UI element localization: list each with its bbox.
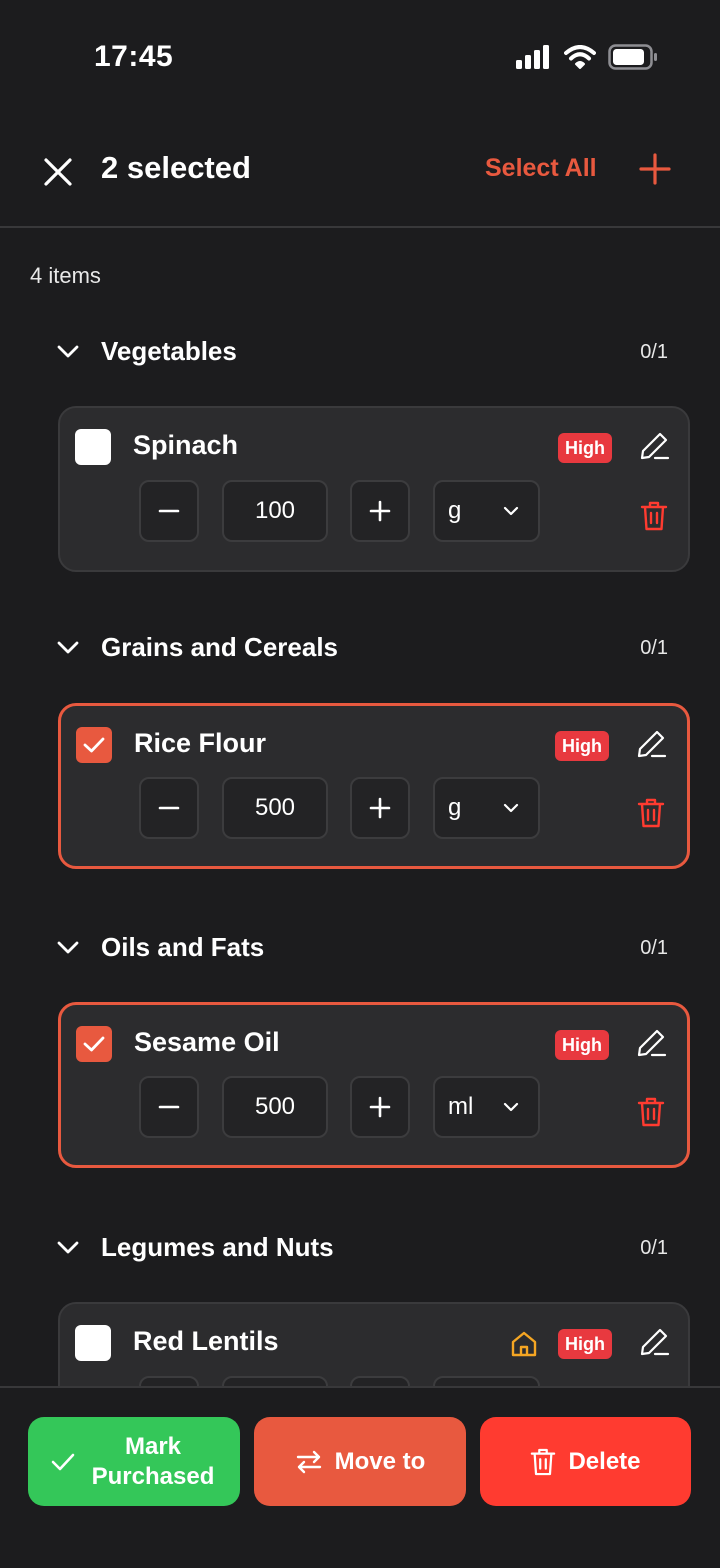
item-name: Rice Flour [134, 728, 267, 758]
plus-icon [369, 500, 391, 522]
chevron-down-icon [54, 634, 82, 662]
priority-badge: High [555, 731, 609, 761]
section-title: Oils and Fats [101, 932, 265, 962]
edit-item-button[interactable] [636, 1324, 672, 1360]
section-header-grains[interactable]: Grains and Cereals 0/1 [0, 626, 720, 670]
status-icons [516, 44, 658, 70]
checkmark-icon [51, 1453, 75, 1470]
item-checkbox[interactable] [75, 429, 111, 465]
unit-label: g [448, 794, 462, 821]
chevron-down-icon [54, 1234, 82, 1262]
quantity-input[interactable]: 500 [222, 1076, 328, 1138]
decrease-quantity-button[interactable] [139, 480, 199, 542]
priority-badge: High [555, 1030, 609, 1060]
edit-item-button[interactable] [633, 1025, 669, 1061]
delete-label: Delete [568, 1447, 641, 1475]
unit-select[interactable]: g [433, 480, 540, 542]
delete-item-button[interactable] [635, 1094, 667, 1130]
trash-icon [637, 798, 665, 828]
list-item-card-selected[interactable]: Rice Flour High 500 g [58, 703, 690, 869]
unit-label: g [448, 497, 462, 524]
section-header-vegetables[interactable]: Vegetables 0/1 [0, 330, 720, 374]
status-time: 17:45 [94, 40, 174, 73]
close-icon [44, 158, 72, 186]
close-selection-button[interactable] [36, 150, 80, 194]
minus-icon [158, 1105, 180, 1109]
unit-label: ml [448, 1093, 474, 1120]
unit-select[interactable]: ml [433, 1076, 540, 1138]
increase-quantity-button[interactable] [350, 480, 410, 542]
pencil-icon [640, 1328, 670, 1356]
swap-arrows-icon [296, 1450, 321, 1473]
section-header-legumes[interactable]: Legumes and Nuts 0/1 [0, 1226, 720, 1270]
trash-icon [637, 1097, 665, 1127]
chevron-down-icon [503, 1102, 519, 1112]
trash-icon [531, 1448, 556, 1475]
minus-icon [158, 806, 180, 810]
chevron-down-icon [503, 803, 519, 813]
select-all-button[interactable]: Select All [485, 154, 597, 183]
list-item-card-selected[interactable]: Sesame Oil High 500 ml [58, 1002, 690, 1168]
signal-icon [516, 45, 549, 69]
add-item-button[interactable] [632, 146, 678, 192]
chevron-down-icon [54, 338, 82, 366]
item-name: Red Lentils [133, 1326, 279, 1356]
page-title: 2 selected [101, 150, 251, 185]
item-checkbox-checked[interactable] [76, 1026, 112, 1062]
selection-header: 2 selected Select All [0, 120, 720, 228]
mark-purchased-line2: Purchased [91, 1462, 215, 1490]
unit-select[interactable]: g [433, 777, 540, 839]
chevron-down-icon [54, 934, 82, 962]
bulk-action-bar: Mark Purchased Move to Delete [0, 1386, 720, 1568]
item-name: Spinach [133, 430, 239, 460]
section-title: Grains and Cereals [101, 632, 338, 662]
edit-item-button[interactable] [633, 726, 669, 762]
plus-icon [369, 1096, 391, 1118]
mark-purchased-label: Mark Purchased [88, 1432, 218, 1492]
quantity-input[interactable]: 100 [222, 480, 328, 542]
checkmark-icon [83, 737, 105, 753]
checkmark-icon [83, 1036, 105, 1052]
plus-icon [369, 797, 391, 819]
section-header-oils[interactable]: Oils and Fats 0/1 [0, 926, 720, 970]
section-count: 0/1 [640, 341, 668, 363]
decrease-quantity-button[interactable] [139, 777, 199, 839]
section-count: 0/1 [640, 1237, 668, 1259]
minus-icon [158, 509, 180, 513]
delete-item-button[interactable] [635, 795, 667, 831]
section-title: Vegetables [101, 336, 237, 366]
delete-item-button[interactable] [638, 498, 670, 534]
edit-item-button[interactable] [636, 428, 672, 464]
items-count: 4 items [30, 263, 101, 288]
plus-icon [639, 153, 671, 185]
pencil-icon [640, 432, 670, 460]
section-count: 0/1 [640, 637, 668, 659]
item-name: Sesame Oil [134, 1027, 280, 1057]
home-icon [508, 1328, 540, 1360]
increase-quantity-button[interactable] [350, 1076, 410, 1138]
delete-selected-button[interactable]: Delete [480, 1417, 691, 1506]
mark-purchased-line1: Mark [124, 1432, 182, 1460]
priority-badge: High [558, 1329, 612, 1359]
section-count: 0/1 [640, 937, 668, 959]
decrease-quantity-button[interactable] [139, 1076, 199, 1138]
quantity-input[interactable]: 500 [222, 777, 328, 839]
pencil-icon [637, 1029, 667, 1057]
section-title: Legumes and Nuts [101, 1232, 334, 1262]
status-bar: 17:45 [0, 0, 720, 120]
move-to-label: Move to [334, 1447, 426, 1475]
item-checkbox-checked[interactable] [76, 727, 112, 763]
mark-purchased-button[interactable]: Mark Purchased [28, 1417, 240, 1506]
pencil-icon [637, 730, 667, 758]
trash-icon [640, 501, 668, 531]
move-to-button[interactable]: Move to [254, 1417, 466, 1506]
chevron-down-icon [503, 506, 519, 516]
item-checkbox[interactable] [75, 1325, 111, 1361]
battery-icon [608, 44, 657, 70]
list-item-card[interactable]: Spinach High 100 g [58, 406, 690, 572]
priority-badge: High [558, 433, 612, 463]
increase-quantity-button[interactable] [350, 777, 410, 839]
wifi-icon [564, 45, 596, 69]
